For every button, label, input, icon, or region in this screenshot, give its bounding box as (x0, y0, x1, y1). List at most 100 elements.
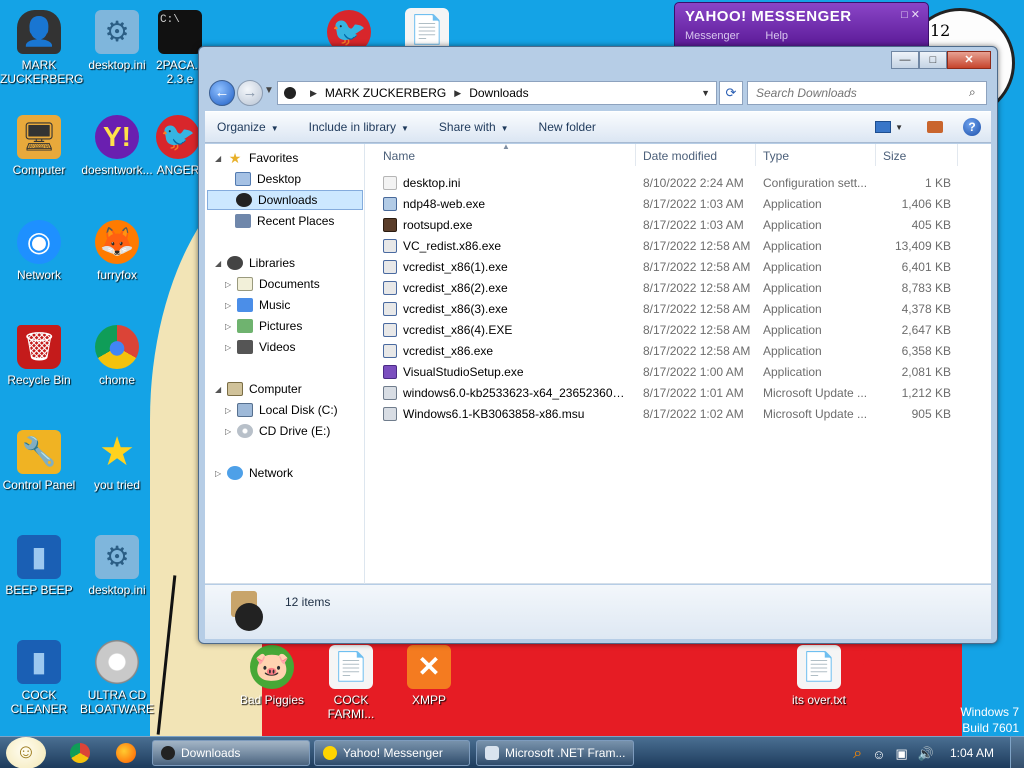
nav-downloads[interactable]: Downloads (207, 190, 363, 210)
nav-computer[interactable]: ◢ Computer (215, 379, 302, 399)
minimize-button[interactable]: — (891, 51, 919, 69)
chevron-down-icon[interactable]: ▼ (895, 123, 903, 132)
nav-videos[interactable]: ▷ Videos (225, 337, 295, 357)
taskbar-item-downloads[interactable]: Downloads (152, 740, 310, 766)
column-header-name[interactable]: Name (383, 149, 415, 163)
breadcrumb-downloads[interactable]: Downloads (469, 86, 528, 100)
address-dropdown-icon[interactable]: ▼ (701, 88, 710, 98)
address-bar[interactable]: ▶ MARK ZUCKERBERG ▶ Downloads ▼ (277, 81, 717, 105)
volume-icon[interactable]: 🔊 (918, 746, 934, 762)
preview-pane-icon[interactable] (927, 121, 943, 133)
yahoo-menu-messenger[interactable]: Messenger (685, 30, 739, 42)
desktop-icon-cock-cleaner[interactable]: ▮ COCK CLEANER (0, 640, 78, 716)
close-button[interactable]: ✕ (947, 51, 991, 69)
taskbar-clock[interactable]: 1:04 AM (950, 746, 994, 760)
desktop-icon-desktop-ini-2[interactable]: ⚙ desktop.ini (78, 535, 156, 597)
organize-button[interactable]: Organize ▼ (217, 120, 279, 134)
column-header-size[interactable]: Size (883, 149, 906, 163)
desktop-icon-xmpp[interactable]: ✕ XMPP (390, 645, 468, 707)
desktop-icon-you-tried[interactable]: ★ you tried (78, 430, 156, 492)
nav-cd-drive[interactable]: ▷ CD Drive (E:) (225, 421, 330, 441)
search-input[interactable] (747, 81, 987, 105)
network-tray-icon[interactable]: ▣ (896, 746, 908, 762)
desktop-icon-control-panel[interactable]: 🔧 Control Panel (0, 430, 78, 492)
search-icon[interactable]: ⌕ (969, 85, 976, 100)
yahoo-window-controls[interactable]: □ ✕ (901, 8, 920, 21)
nav-pictures[interactable]: ▷ Pictures (225, 316, 302, 336)
file-row[interactable]: ndp48-web.exe 8/17/2022 1:03 AM Applicatio… (377, 194, 977, 215)
share-with-button[interactable]: Share with ▼ (439, 120, 509, 134)
expand-arrow-icon[interactable]: ▷ (225, 322, 237, 331)
change-view-icon[interactable] (875, 121, 892, 133)
nav-recent-places[interactable]: Recent Places (235, 211, 334, 231)
start-button[interactable]: ☺ (6, 737, 46, 768)
file-row[interactable]: vcredist_x86(1).exe 8/17/2022 12:58 AM App… (377, 257, 977, 278)
forward-button[interactable]: → (237, 80, 263, 106)
desktop-icon-computer[interactable]: 🖥 Computer (0, 115, 78, 177)
chevron-right-icon[interactable]: ▶ (454, 88, 461, 99)
column-separator[interactable] (875, 144, 876, 166)
refresh-icon[interactable]: ⟳ (719, 81, 743, 105)
nav-network[interactable]: ▷ Network (215, 463, 293, 483)
desktop-icon-angry-bird[interactable]: 🐦 (314, 10, 384, 48)
help-icon[interactable]: ? (963, 118, 981, 136)
file-row[interactable]: rootsupd.exe 8/17/2022 1:03 AM Application… (377, 215, 977, 236)
column-separator[interactable] (957, 144, 958, 166)
desktop-icon-paper[interactable]: 📄 (392, 8, 462, 48)
file-row[interactable]: vcredist_x86(2).exe 8/17/2022 12:58 AM App… (377, 278, 977, 299)
file-row[interactable]: VisualStudioSetup.exe 8/17/2022 1:00 AM Ap… (377, 362, 977, 383)
nav-libraries[interactable]: ◢ Libraries (215, 253, 295, 273)
explorer-window[interactable]: — □ ✕ ← → ▼ ▶ MARK ZUCKERBERG ▶ Download… (198, 46, 998, 644)
search-icon[interactable]: ⌕ (853, 745, 862, 763)
chevron-right-icon[interactable]: ▶ (310, 88, 317, 99)
yahoo-menu-help[interactable]: Help (765, 30, 788, 42)
expand-arrow-icon[interactable]: ◢ (215, 259, 227, 268)
nav-local-disk[interactable]: ▷ Local Disk (C:) (225, 400, 338, 420)
desktop-icon-network[interactable]: ◉ Network (0, 220, 78, 282)
desktop-icon-bad-piggies[interactable]: 🐷 Bad Piggies (233, 645, 311, 707)
desktop-icon-anger[interactable]: 🐦 ANGER (156, 115, 200, 177)
expand-arrow-icon[interactable]: ◢ (215, 154, 227, 163)
desktop-icon-ultra-cd[interactable]: ULTRA CD BLOATWARE (78, 640, 156, 716)
show-desktop-button[interactable] (1010, 737, 1024, 768)
new-folder-button[interactable]: New folder (539, 120, 596, 134)
yahoo-tray-icon[interactable]: ☺ (872, 747, 885, 762)
firefox-icon[interactable] (116, 743, 136, 763)
file-row[interactable]: windows6.0-kb2533623-x64_23652360b90... 8… (377, 383, 977, 404)
column-header-date[interactable]: Date modified (643, 149, 717, 163)
include-in-library-button[interactable]: Include in library ▼ (309, 120, 409, 134)
expand-arrow-icon[interactable]: ▷ (215, 469, 227, 478)
taskbar-item-dotnet[interactable]: Microsoft .NET Fram... (476, 740, 634, 766)
taskbar-item-yahoo-messenger[interactable]: Yahoo! Messenger (314, 740, 470, 766)
history-dropdown-icon[interactable]: ▼ (264, 85, 274, 96)
column-separator[interactable] (635, 144, 636, 166)
yahoo-messenger-window[interactable]: YAHOO! MESSENGER □ ✕ Messenger Help (674, 2, 929, 48)
expand-arrow-icon[interactable]: ▷ (225, 427, 237, 436)
expand-arrow-icon[interactable]: ◢ (215, 385, 227, 394)
expand-arrow-icon[interactable]: ▷ (225, 406, 237, 415)
desktop-icon-mark-zuckerberg[interactable]: 👤 MARK ZUCKERBERG (0, 10, 83, 86)
maximize-button[interactable]: □ (919, 51, 947, 69)
expand-arrow-icon[interactable]: ▷ (225, 343, 237, 352)
desktop-icon-cock-farmi[interactable]: 📄 COCK FARMI... (312, 645, 390, 721)
desktop-icon-desktop-ini[interactable]: ⚙ desktop.ini (78, 10, 156, 72)
file-row[interactable]: VC_redist.x86.exe 8/17/2022 12:58 AM Appli… (377, 236, 977, 257)
nav-desktop[interactable]: Desktop (235, 169, 301, 189)
file-row[interactable]: desktop.ini 8/10/2022 2:24 AM Configuratio… (377, 173, 977, 194)
expand-arrow-icon[interactable]: ▷ (225, 301, 237, 310)
back-button[interactable]: ← (209, 80, 235, 106)
file-row[interactable]: vcredist_x86.exe 8/17/2022 12:58 AM Applic… (377, 341, 977, 362)
desktop-icon-beep-beep[interactable]: ▮ BEEP BEEP (0, 535, 78, 597)
nav-favorites[interactable]: ◢ ★ Favorites (215, 148, 298, 168)
desktop-icon-2paca[interactable]: C:\ 2PACA... 2.3.e (156, 10, 204, 86)
expand-arrow-icon[interactable]: ▷ (225, 280, 237, 289)
column-header-type[interactable]: Type (763, 149, 789, 163)
nav-music[interactable]: ▷ Music (225, 295, 290, 315)
chrome-icon[interactable] (70, 743, 90, 763)
file-row[interactable]: vcredist_x86(3).exe 8/17/2022 12:58 AM App… (377, 299, 977, 320)
file-row[interactable]: vcredist_x86(4).EXE 8/17/2022 12:58 AM App… (377, 320, 977, 341)
desktop-icon-furryfox[interactable]: 🦊 furryfox (78, 220, 156, 282)
desktop-icon-recycle-bin[interactable]: 🗑 Recycle Bin (0, 325, 78, 387)
desktop-icon-chome[interactable]: ● chome (78, 325, 156, 387)
column-separator[interactable] (755, 144, 756, 166)
